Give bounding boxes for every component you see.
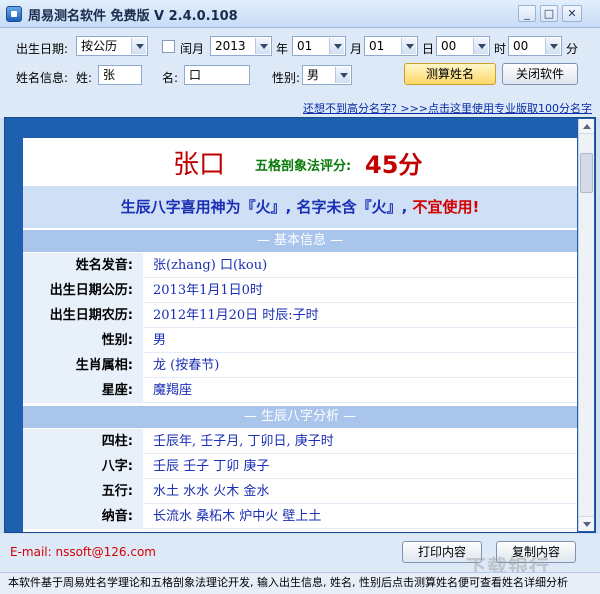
row-value: 长流水 桑柘木 炉中火 壁上土 (153, 509, 322, 524)
vertical-scrollbar[interactable] (578, 119, 594, 531)
row-key: 生肖属相: (23, 353, 143, 378)
scroll-up-icon[interactable] (579, 119, 594, 134)
hour-unit: 时 (494, 42, 507, 56)
calendar-type-value: 按公历 (81, 39, 118, 53)
row-value: 魔羯座 (153, 383, 193, 398)
window-title: 周易测名软件 免费版 V 2.4.0.108 (28, 9, 238, 24)
row-key: 五行: (23, 479, 143, 504)
table-row: 出生日期公历: 2013年1月1日0时 (23, 278, 577, 303)
row-key: 姓名发音: (23, 253, 143, 278)
close-button[interactable]: ✕ (562, 5, 582, 22)
row-value: 2012年11月20日 时辰:子时 (153, 308, 319, 323)
verdict-warning: 不宜使用! (412, 198, 480, 216)
given-name-input[interactable]: 口 (184, 65, 250, 85)
chevron-down-icon (401, 38, 416, 54)
chevron-down-icon (545, 38, 560, 54)
table-row: 纳音: 长流水 桑柘木 炉中火 壁上土 (23, 504, 577, 529)
minimize-button[interactable]: _ (518, 5, 536, 22)
row-key: 出生日期公历: (23, 278, 143, 303)
year-unit: 年 (276, 42, 289, 56)
row-value: 男 (153, 333, 167, 348)
table-row: 八字: 壬辰 壬子 丁卯 庚子 (23, 454, 577, 479)
birth-date-label: 出生日期: (16, 42, 69, 56)
surname-input[interactable]: 张 (98, 65, 142, 85)
gender-select[interactable]: 男 (302, 65, 352, 85)
input-form: 出生日期: 按公历 闰月 2013 年 01 月 01 日 00 时 00 分 … (0, 28, 600, 118)
chevron-down-icon (131, 38, 146, 54)
month-value: 01 (297, 39, 313, 53)
calendar-type-select[interactable]: 按公历 (76, 36, 148, 56)
maximize-button[interactable]: □ (540, 5, 558, 22)
gender-label: 性别: (272, 71, 301, 85)
row-value: 龙 (按春节) (153, 358, 220, 373)
table-row: 姓名发音: 张(zhang) 口(kou) (23, 253, 577, 278)
row-key: 八字: (23, 454, 143, 479)
scroll-thumb[interactable] (580, 153, 593, 193)
name-summary: 张口 五格剖象法评分: 45分 (23, 138, 577, 184)
hour-value: 00 (441, 39, 457, 53)
row-key: 四柱: (23, 429, 143, 454)
pro-version-link[interactable]: 还想不到高分名字? >>>点击这里使用专业版取100分名字 (303, 100, 592, 116)
year-value: 2013 (215, 39, 246, 53)
result-frame: 张口 五格剖象法评分: 45分 生辰八字喜用神为『火』, 名字未含『火』, 不宜… (4, 117, 596, 533)
scroll-down-icon[interactable] (579, 516, 594, 531)
row-value: 水土 水水 火木 金水 (153, 484, 270, 499)
table-row: 出生日期农历: 2012年11月20日 时辰:子时 (23, 303, 577, 328)
contact-email: E-mail: nssoft@126.com (10, 545, 156, 559)
month-unit: 月 (350, 42, 363, 56)
row-value: 壬辰年, 壬子月, 丁卯日, 庚子时 (153, 434, 334, 449)
title-bar: 周易测名软件 免费版 V 2.4.0.108 _ □ ✕ (0, 0, 600, 28)
row-value: 2013年1月1日0时 (153, 283, 263, 298)
app-icon (6, 6, 22, 22)
row-value: 壬辰 壬子 丁卯 庚子 (153, 459, 270, 474)
leap-month-label: 闰月 (180, 42, 205, 56)
result-name: 张口 (173, 150, 226, 180)
minute-select[interactable]: 00 (508, 36, 562, 56)
gender-value: 男 (307, 68, 320, 82)
calculate-name-button[interactable]: 测算姓名 (404, 63, 496, 85)
verdict-banner: 生辰八字喜用神为『火』, 名字未含『火』, 不宜使用! (23, 186, 577, 228)
close-software-button[interactable]: 关闭软件 (502, 63, 578, 85)
table-row: 四柱: 壬辰年, 壬子月, 丁卯日, 庚子时 (23, 429, 577, 454)
month-select[interactable]: 01 (292, 36, 346, 56)
day-select[interactable]: 01 (364, 36, 418, 56)
verdict-text: 生辰八字喜用神为『火』, 名字未含『火』, (120, 198, 408, 216)
minute-unit: 分 (566, 42, 579, 56)
table-row: 性别: 男 (23, 328, 577, 353)
score-label: 五格剖象法评分: (255, 159, 352, 174)
row-value: 张(zhang) 口(kou) (153, 258, 268, 273)
day-value: 01 (369, 39, 385, 53)
minute-value: 00 (513, 39, 529, 53)
table-row: 五行: 水土 水水 火木 金水 (23, 479, 577, 504)
result-panel: 张口 五格剖象法评分: 45分 生辰八字喜用神为『火』, 名字未含『火』, 不宜… (23, 138, 577, 532)
section-bazi-analysis: — 生辰八字分析 — (23, 406, 577, 428)
row-key: 星座: (23, 378, 143, 403)
row-key: 纳音: (23, 504, 143, 529)
given-name-label: 名: (162, 71, 179, 85)
section-basic-info: — 基本信息 — (23, 230, 577, 252)
chevron-down-icon (255, 38, 270, 54)
table-row: 生肖属相: 龙 (按春节) (23, 353, 577, 378)
chevron-down-icon (335, 67, 350, 83)
chevron-down-icon (329, 38, 344, 54)
year-select[interactable]: 2013 (210, 36, 272, 56)
score-value: 45分 (365, 151, 423, 179)
table-row: 星座: 魔羯座 (23, 378, 577, 403)
leap-month-checkbox[interactable] (162, 40, 175, 53)
row-key: 出生日期农历: (23, 303, 143, 328)
name-info-label: 姓名信息: (16, 71, 69, 85)
row-key: 性别: (23, 328, 143, 353)
hour-select[interactable]: 00 (436, 36, 490, 56)
day-unit: 日 (422, 42, 435, 56)
chevron-down-icon (473, 38, 488, 54)
status-bar: 本软件基于周易姓名学理论和五格剖象法理论开发, 输入出生信息, 姓名, 性别后点… (0, 572, 600, 594)
surname-label: 姓: (76, 71, 93, 85)
